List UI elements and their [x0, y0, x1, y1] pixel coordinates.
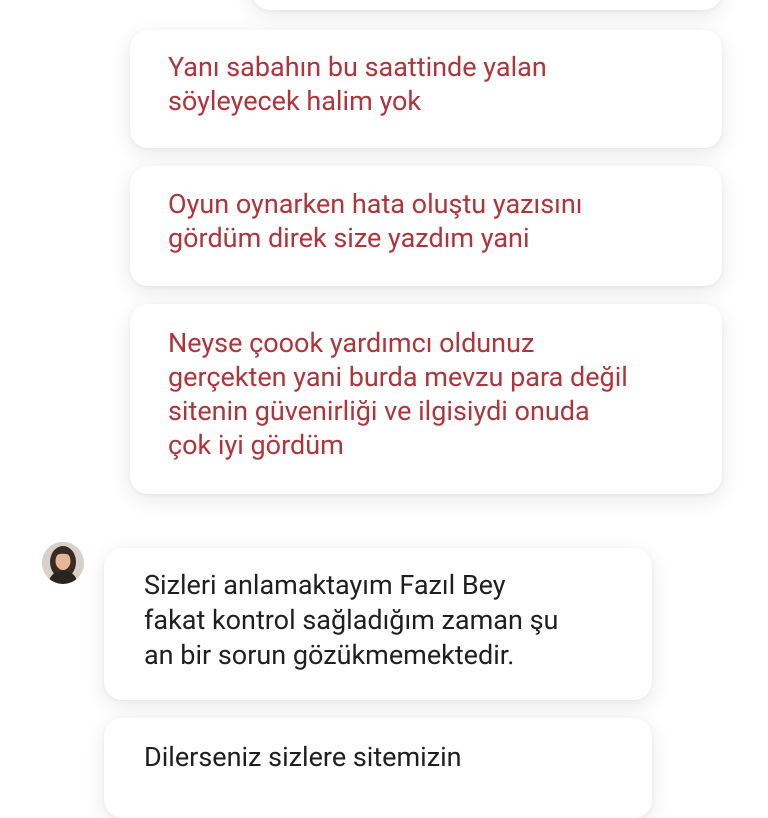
user-message-bubble: Neyse çoook yardımcı oldunuz gerçekten y…: [130, 304, 722, 494]
agent-avatar-image: [42, 542, 84, 584]
user-message-text: Neyse çoook yardımcı oldunuz gerçekten y…: [168, 327, 628, 461]
previous-message-bubble: [252, 0, 722, 10]
agent-message-bubble: Dilerseniz sizlere sitemizin: [104, 718, 652, 818]
agent-avatar-icon[interactable]: [42, 542, 84, 584]
agent-message-text: Dilerseniz sizlere sitemizin: [144, 741, 462, 773]
user-message-text: Oyun oynarken hata oluştu yazısını gördü…: [168, 188, 583, 254]
user-message-bubble: Yanı sabahın bu saattinde yalan söyleyec…: [130, 30, 722, 148]
agent-message-text: Sizleri anlamaktayım Fazıl Bey fakat kon…: [144, 569, 559, 671]
agent-message-bubble: Sizleri anlamaktayım Fazıl Bey fakat kon…: [104, 548, 652, 700]
user-message-bubble: Oyun oynarken hata oluştu yazısını gördü…: [130, 166, 722, 286]
user-message-text: Yanı sabahın bu saattinde yalan söyleyec…: [168, 51, 547, 117]
